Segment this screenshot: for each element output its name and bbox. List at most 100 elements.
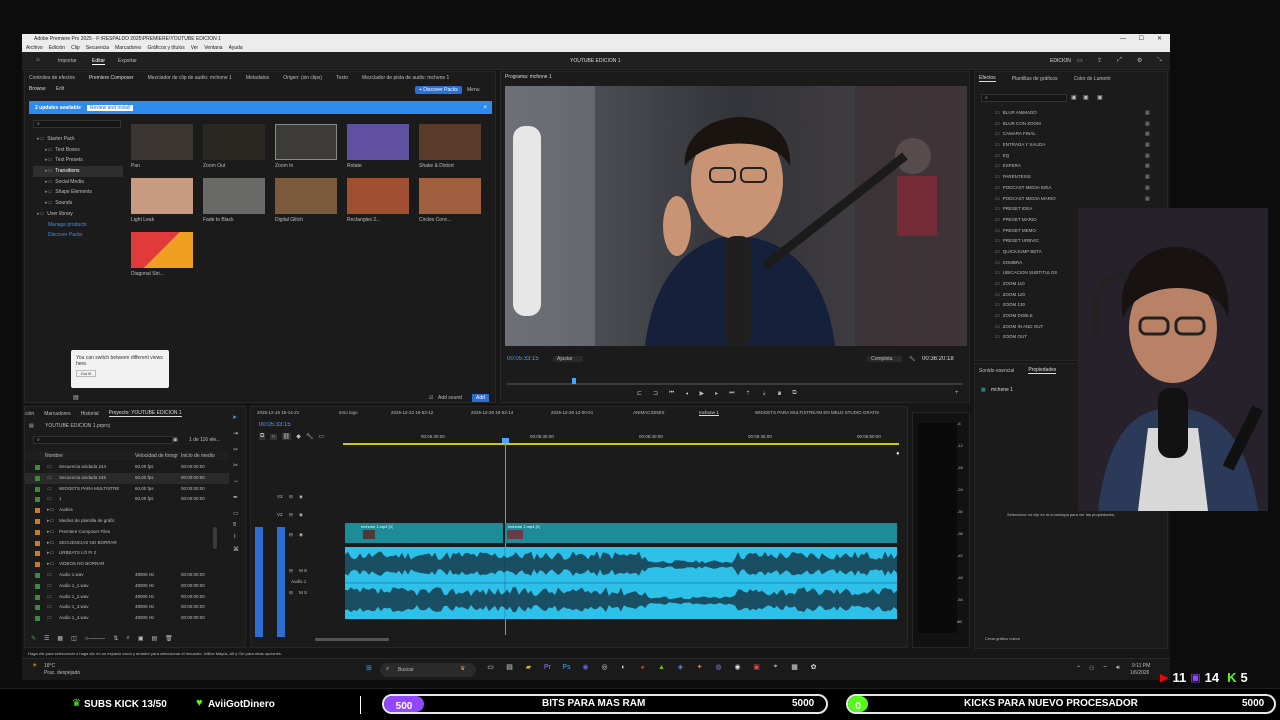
quality-select[interactable]: Completa <box>867 356 903 362</box>
project-row[interactable]: ▭ 1 60,00 fps 00:00:00:00 <box>25 494 235 505</box>
transition-thumb[interactable]: Light Leak <box>131 178 195 226</box>
pack-tree-item[interactable]: Discover Packs <box>33 230 123 241</box>
volume-icon[interactable]: 🔊︎ <box>1116 665 1120 672</box>
add-button-icon[interactable]: + <box>955 390 959 396</box>
new-bin-button[interactable]: ▣ <box>173 437 178 443</box>
captions-icon[interactable]: ▭ <box>318 433 324 440</box>
share-icon[interactable]: ⇪ <box>1097 57 1102 64</box>
menu-item[interactable]: Ver <box>191 45 199 51</box>
timeline-timecode[interactable]: 00:05:33:15 <box>259 422 291 428</box>
step-forward-icon[interactable]: ▸ <box>715 390 718 397</box>
tab-edit[interactable]: Edit <box>56 86 65 92</box>
add-sound-checkbox[interactable]: ☑ <box>429 395 433 401</box>
timeline-tab[interactable]: 2025-12-22 16-53-12 <box>391 410 433 415</box>
track-lock-icon[interactable]: ⊟ <box>289 568 293 574</box>
folder-icon[interactable]: ▰ <box>522 663 535 671</box>
pack-tree-item[interactable]: ▸▭ Starter Pack <box>33 134 123 145</box>
playhead-handle[interactable] <box>502 438 509 443</box>
column-name[interactable]: Nombre <box>45 453 63 459</box>
explorer-icon[interactable]: ▤ <box>503 663 516 671</box>
home-icon[interactable]: ⌂ <box>36 57 40 63</box>
app4-icon[interactable]: ◉ <box>731 663 744 671</box>
effect-preset[interactable]: ▭ EQ ▦ <box>995 151 1165 162</box>
timeline-tab[interactable]: ANIMACIONES <box>633 410 665 415</box>
project-row[interactable]: ▭ Audio 1_2.wav 48000 Hz 00:00:00:00 <box>25 592 235 603</box>
track-lock-icon[interactable]: ⊟ <box>289 532 293 538</box>
taskbar-search[interactable]: ⌕ Buscar ♛ <box>380 663 476 677</box>
effect-preset[interactable]: ▭ ENTRADA Y SALIDA ▦ <box>995 140 1165 151</box>
source-tab[interactable]: Metadatos <box>246 75 269 81</box>
source-tab[interactable]: Premiere Composer <box>89 75 134 81</box>
linked-icon[interactable]: ⛓︎ <box>281 433 292 440</box>
source-tab[interactable]: Mezclador de clip de audio: mchone 1 <box>148 75 232 81</box>
tab-browse[interactable]: Browse <box>29 86 46 92</box>
track-header[interactable]: V2 ⊟ ◉ <box>255 509 343 523</box>
mark-out-icon[interactable]: ⊐ <box>653 390 658 397</box>
marker-icon[interactable]: ◆ <box>296 433 301 440</box>
audio-waveform[interactable] <box>345 547 897 619</box>
pack-tree-item[interactable]: ▸▭ Text Boxes <box>33 145 123 156</box>
discover-packs-button[interactable]: + Discover Packs <box>415 86 462 94</box>
app8-icon[interactable]: ✿ <box>807 663 820 671</box>
bin-icon[interactable]: ▣ <box>138 635 144 642</box>
transition-thumb[interactable]: Fade to Black <box>203 178 267 226</box>
menu-item[interactable]: Secuencia <box>86 45 109 51</box>
menu-item[interactable]: Ventana <box>204 45 222 51</box>
menu-item[interactable]: Marcadores <box>115 45 141 51</box>
settings-icon[interactable]: ⚙ <box>1137 57 1142 64</box>
project-row[interactable]: ▭ Audio 1_4.wav 48000 Hz 00:00:00:00 <box>25 613 235 624</box>
work-area-bar[interactable] <box>343 443 899 445</box>
project-search-input[interactable]: ⌕ <box>33 436 173 444</box>
pack-tree-item[interactable]: ▸▭ Sounds <box>33 198 123 209</box>
selection-tool-icon[interactable]: ➤ <box>232 414 237 421</box>
banner-close-icon[interactable]: × <box>483 105 487 111</box>
project-row[interactable]: ▸▭ URBEATS LO FI 2 <box>25 548 235 559</box>
app7-icon[interactable]: ▦ <box>788 663 801 671</box>
track-lock-icon[interactable]: ⊟ <box>289 590 293 596</box>
snap-icon[interactable]: ∩ <box>270 433 277 440</box>
transition-thumb[interactable]: Diagonal Stri... <box>131 232 195 280</box>
effect-preset[interactable]: ▭ PODCAST MEDIA IDEA ▦ <box>995 183 1165 194</box>
menu-item[interactable]: Gráficos y títulos <box>147 45 184 51</box>
timeline-wrench-icon[interactable]: 🔧︎ <box>306 433 314 440</box>
menu-item[interactable]: Edición <box>49 45 65 51</box>
app3-icon[interactable]: ◍ <box>712 663 725 671</box>
effect-preset[interactable]: ▭ CAMARA FINAL ▦ <box>995 129 1165 140</box>
track-eye-icon[interactable]: M S <box>299 590 307 595</box>
project-row[interactable]: ▸▭ SECUENCIAS NO BORRAR <box>25 538 235 549</box>
fullscreen-icon[interactable]: ⤡ <box>1157 57 1162 64</box>
files-icon[interactable]: ▭ <box>484 663 497 671</box>
program-timecode[interactable]: 00:05:33:15 <box>507 356 539 362</box>
timeline-tab[interactable]: intro logo <box>339 410 358 415</box>
track-target-strip[interactable] <box>255 527 263 637</box>
new-item-icon[interactable]: ▤ <box>151 635 157 642</box>
effect-preset[interactable]: ▭ BLUR CON ZOOM ▦ <box>995 119 1165 130</box>
goto-in-icon[interactable]: ⏮ <box>669 390 674 397</box>
create-graphic-button[interactable]: Crear gráfico nuevo <box>985 636 1020 641</box>
sort-icon[interactable]: ⇅ <box>113 635 118 642</box>
transition-thumb[interactable]: Circles Conc... <box>419 178 483 226</box>
tab-essential-sound[interactable]: Sonido esencial <box>979 368 1014 374</box>
track-eye-icon[interactable]: ◉ <box>299 532 303 538</box>
discord-icon[interactable]: ◉ <box>579 663 592 671</box>
timeline-tab[interactable]: 2025-12-28 18-52-14 <box>471 410 513 415</box>
menu-button[interactable]: Menu <box>467 87 480 93</box>
close-button[interactable]: ✕ <box>1157 35 1162 42</box>
track-eye-icon[interactable]: ◉ <box>299 512 303 518</box>
menu-item[interactable]: Ayuda <box>229 45 243 51</box>
project-row[interactable]: ▭ WIDGETS PARA MULTISTRE 60,00 fps 00:00:00… <box>25 484 235 495</box>
pack-tree-item[interactable]: ▸▭ User library <box>33 209 123 220</box>
video-clip-1[interactable]: mchone 1.mp4 [V] <box>345 523 503 543</box>
play-icon[interactable]: ▶ <box>699 390 704 397</box>
transition-thumb[interactable]: Digital Glitch <box>275 178 339 226</box>
effects-tab[interactable]: Efectos <box>979 75 996 82</box>
pack-tree-item[interactable]: ▸▭ Text Presets <box>33 155 123 166</box>
caption-tool-icon[interactable]: ⌘ <box>233 546 239 553</box>
find-icon[interactable]: ⌕ <box>126 635 129 642</box>
layout-icon[interactable]: ▭ <box>1077 57 1083 64</box>
mark-in-icon[interactable]: ⊏ <box>637 390 642 397</box>
track-header[interactable]: V1⊟◉ <box>255 529 343 543</box>
nvidia-icon[interactable]: ▲ <box>655 664 668 671</box>
project-scrollbar[interactable] <box>213 527 217 549</box>
chrome-icon[interactable]: ◕ <box>636 664 649 671</box>
